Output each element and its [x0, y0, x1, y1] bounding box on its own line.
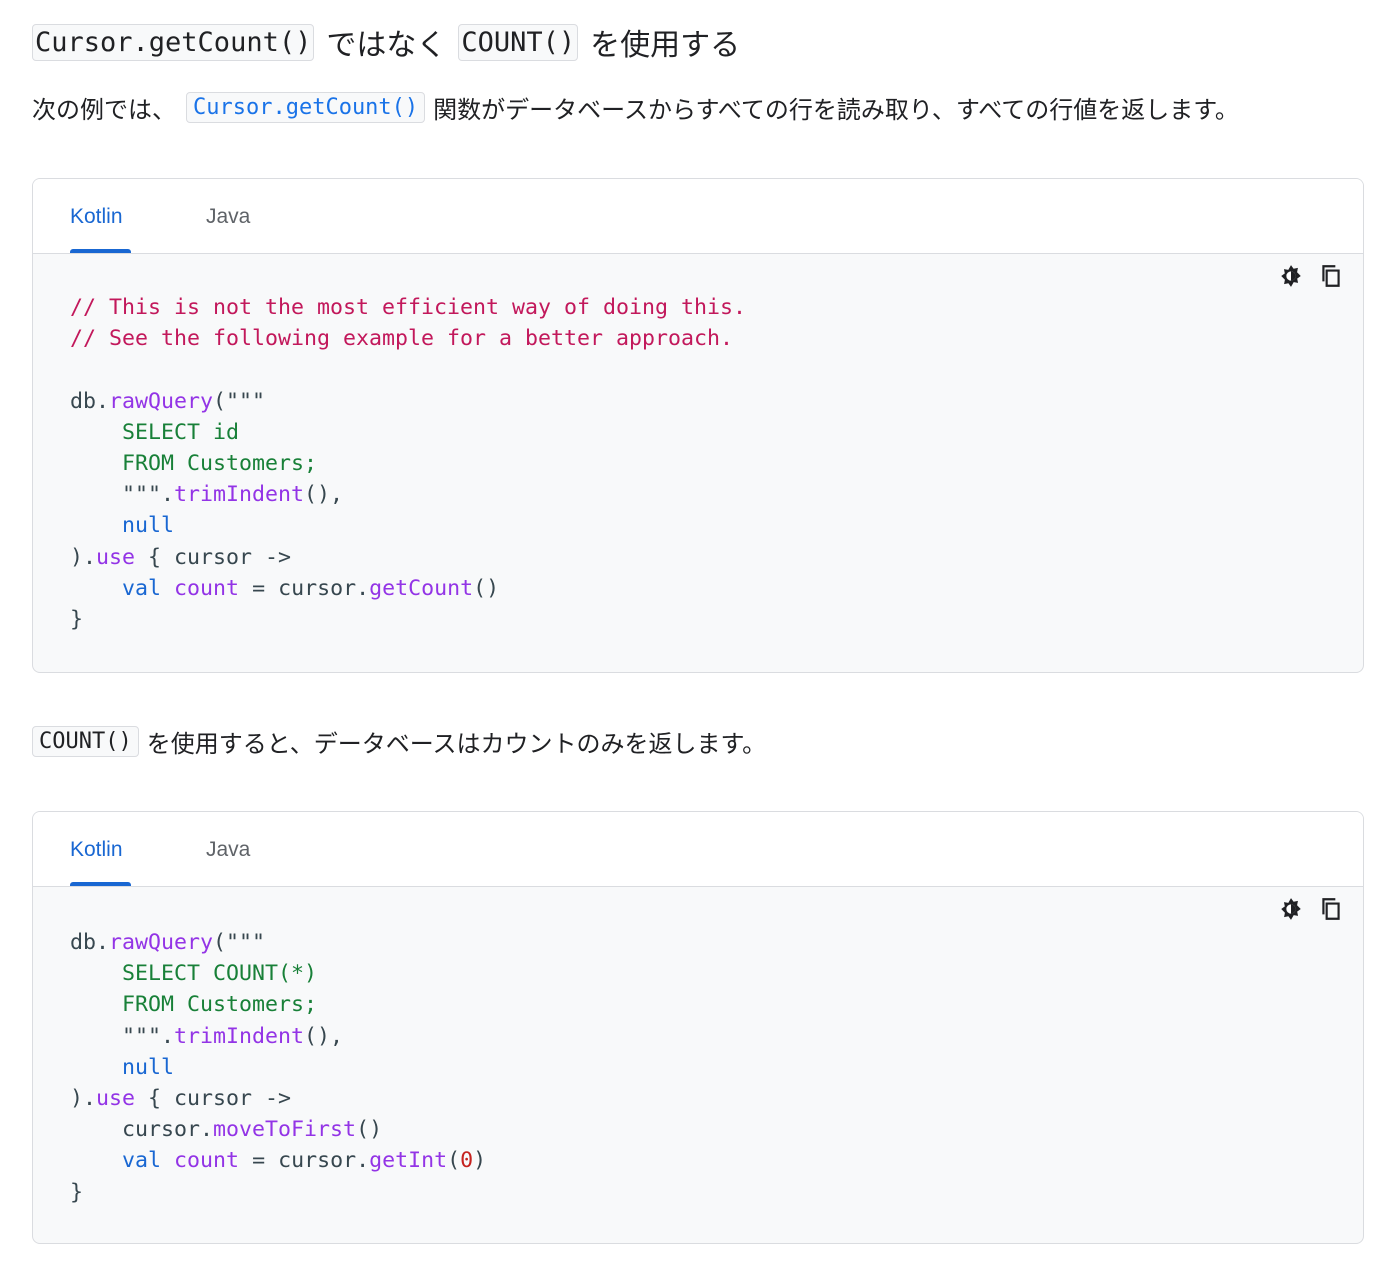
code-listing-2: db.rawQuery(""" SELECT COUNT(*) FROM Cus…	[70, 927, 486, 1208]
code-token: )	[70, 1086, 84, 1112]
code-token: .	[161, 482, 175, 508]
code-token: = cursor	[239, 575, 357, 601]
count-text: を使用すると、データベースはカウントのみを返します。	[146, 730, 767, 758]
intro-suffix: 関数がデータベースからすべての行を読み取り、すべての行値を返します。	[433, 96, 1239, 124]
code-listing-1: // This is not the most efficient way of…	[70, 292, 746, 635]
code-token: db	[70, 388, 97, 414]
code-variable: count	[174, 1148, 240, 1174]
code-function: moveToFirst	[213, 1117, 357, 1143]
code-keyword: val	[122, 575, 162, 601]
code-block-2: Kotlin Java db.rawQuery(""" SELECT COUNT…	[32, 811, 1364, 1244]
code-token: }	[70, 607, 84, 633]
code-tabs-1: Kotlin Java	[33, 179, 1363, 254]
code-token: .	[356, 1148, 370, 1174]
code-body-2: db.rawQuery(""" SELECT COUNT(*) FROM Cus…	[33, 887, 1363, 1243]
code-tools-1	[1277, 262, 1345, 290]
code-token: .	[83, 544, 97, 570]
code-string: SELECT COUNT(*)	[70, 961, 318, 987]
code-token: }	[70, 1179, 84, 1205]
code-function: use	[96, 544, 136, 570]
tab-kotlin[interactable]: Kotlin	[70, 838, 123, 862]
count-paragraph: COUNT() を使用すると、データベースはカウントのみを返します。	[32, 724, 766, 759]
code-string: SELECT id	[70, 419, 240, 445]
code-function: use	[96, 1086, 136, 1112]
copy-icon[interactable]	[1317, 262, 1345, 290]
code-string: FROM Customers;	[70, 451, 318, 477]
code-token: .	[356, 575, 370, 601]
code-tools-2	[1277, 895, 1345, 923]
heading-text-use: を使用する	[590, 28, 741, 63]
code-token: (),	[304, 482, 344, 508]
code-token: { cursor ->	[135, 544, 292, 570]
code-comment: // This is not the most efficient way of…	[70, 295, 747, 320]
code-function: rawQuery	[109, 930, 214, 955]
code-token: (	[447, 1148, 461, 1174]
brightness-icon[interactable]	[1277, 895, 1305, 923]
heading-text-rather-than: ではなく	[326, 28, 447, 63]
copy-icon[interactable]	[1317, 895, 1345, 923]
heading-code-cursor-getcount: Cursor.getCount()	[32, 23, 315, 61]
code-tabs-2: Kotlin Java	[33, 812, 1363, 887]
code-token: .	[96, 930, 110, 955]
code-token: """	[70, 482, 162, 508]
active-tab-indicator	[70, 249, 131, 253]
code-function: trimIndent	[174, 482, 305, 508]
code-comment: // See the following example for a bette…	[70, 326, 734, 352]
code-keyword: val	[122, 1148, 162, 1174]
code-token: ("""	[213, 930, 266, 955]
code-number: 0	[460, 1148, 474, 1174]
code-function: rawQuery	[109, 388, 214, 414]
code-token: = cursor	[239, 1148, 357, 1174]
code-token: .	[96, 388, 110, 414]
code-token: cursor	[122, 1117, 201, 1143]
tab-kotlin[interactable]: Kotlin	[70, 205, 123, 229]
code-token: { cursor ->	[135, 1086, 292, 1112]
intro-paragraph: 次の例では、 Cursor.getCount() 関数がデータベースからすべての…	[32, 90, 1239, 125]
code-function: trimIndent	[174, 1023, 305, 1049]
code-body-1: // This is not the most efficient way of…	[33, 254, 1363, 672]
code-token: .	[83, 1086, 97, 1112]
code-keyword: null	[122, 1054, 175, 1080]
tab-java[interactable]: Java	[206, 838, 250, 862]
cursor-getcount-link[interactable]: Cursor.getCount()	[186, 92, 426, 123]
code-token: ("""	[213, 388, 266, 414]
code-token: ()	[356, 1117, 383, 1143]
code-variable: count	[174, 575, 240, 601]
page: Cursor.getCount() ではなく COUNT() を使用する 次の例…	[0, 0, 1400, 1273]
code-token: .	[200, 1117, 214, 1143]
code-token: .	[161, 1023, 175, 1049]
heading-code-count: COUNT()	[458, 23, 579, 61]
tab-java[interactable]: Java	[206, 205, 250, 229]
code-function: getInt	[369, 1148, 448, 1174]
code-block-1: Kotlin Java // This is not the most effi…	[32, 178, 1364, 673]
code-function: getCount	[369, 575, 474, 601]
code-token: ()	[473, 575, 500, 601]
code-token: )	[70, 544, 84, 570]
code-token: )	[473, 1148, 487, 1174]
intro-prefix: 次の例では、	[32, 96, 176, 124]
code-token: db	[70, 930, 97, 955]
code-token: """	[70, 1023, 162, 1049]
active-tab-indicator	[70, 882, 131, 886]
section-heading: Cursor.getCount() ではなく COUNT() を使用する	[32, 20, 752, 64]
brightness-icon[interactable]	[1277, 262, 1305, 290]
count-code: COUNT()	[32, 726, 139, 757]
code-token: (),	[304, 1023, 344, 1049]
code-keyword: null	[122, 513, 175, 539]
code-string: FROM Customers;	[70, 992, 318, 1018]
